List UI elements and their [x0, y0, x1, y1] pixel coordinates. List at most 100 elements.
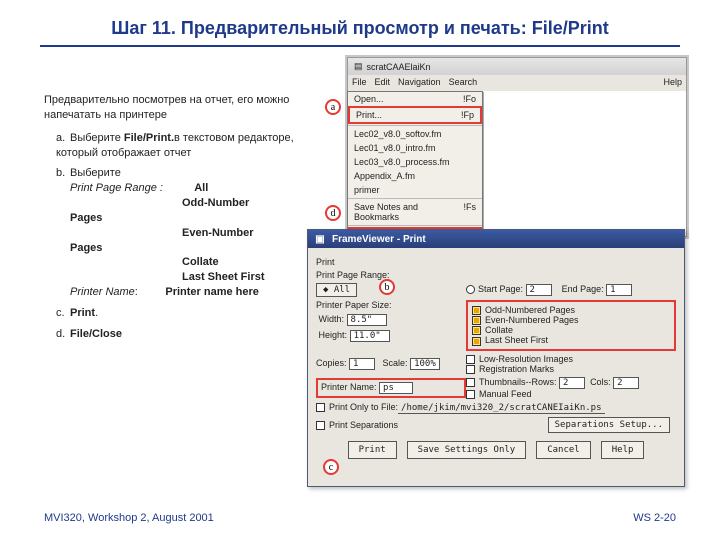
last-sheet-label: Last Sheet First	[485, 335, 548, 345]
callout-b: b	[379, 279, 395, 295]
thumb-cols-label: Cols:	[590, 377, 611, 387]
save-settings-button[interactable]: Save Settings Only	[407, 441, 527, 459]
slide-title: Шаг 11. Предварительный просмотр и печат…	[0, 0, 720, 45]
menu-item-open-label: Open...	[354, 94, 384, 104]
even-pages-label: Even-Numbered Pages	[485, 315, 579, 325]
editor-menubar: File Edit Navigation Search Help	[348, 75, 686, 91]
step-a: a.Выберите File/Print.в текстовом редакт…	[56, 131, 295, 161]
step-b-text: Выберите	[70, 167, 121, 179]
footer-left: MVI320, Workshop 2, August 2001	[44, 512, 214, 524]
menu-navigation[interactable]: Navigation	[398, 77, 441, 89]
step-a-marker: a.	[56, 131, 70, 146]
print-to-file-field[interactable]: /home/jkim/mvi320_2/scratCANEIaiKn.ps	[398, 403, 604, 414]
regmarks-label: Registration Marks	[479, 364, 554, 374]
thumb-cols-field[interactable]: 2	[613, 377, 639, 389]
range-last: Last Sheet First	[182, 271, 265, 283]
print-to-file-checkbox[interactable]	[316, 403, 325, 412]
copies-label: Copies:	[316, 358, 347, 368]
slide-footer: MVI320, Workshop 2, August 2001 WS 2-20	[0, 512, 720, 524]
print-to-file-label: Print Only to File:	[329, 402, 398, 412]
menu-item-save-notes[interactable]: Save Notes and Bookmarks!Fs	[348, 200, 482, 224]
menu-search[interactable]: Search	[449, 77, 478, 89]
step-d-text: File/Close	[70, 328, 122, 340]
instructions-column: Предварительно посмотрев на отчет, его м…	[0, 57, 295, 487]
even-pages-checkbox[interactable]	[472, 316, 481, 325]
copies-field[interactable]: 1	[349, 358, 375, 370]
range-block: Print Page Range : All Odd-Number Pages …	[56, 181, 295, 300]
step-c: c.Print.	[56, 306, 295, 321]
menu-item-recent-5[interactable]: primer	[348, 183, 482, 197]
range-row: ◆ All Start Page: 2 End Page: 1	[316, 283, 676, 297]
separations-label: Print Separations	[329, 420, 398, 430]
step-list: a.Выберите File/Print.в текстовом редакт…	[44, 131, 295, 342]
printer-name-label: Printer Name:	[321, 382, 377, 392]
menu-item-print[interactable]: Print...!Fp	[348, 106, 482, 124]
manual-feed-checkbox[interactable]	[466, 390, 475, 399]
step-a-pre: Выберите	[70, 132, 124, 144]
print-heading: Print	[316, 257, 676, 267]
cancel-button[interactable]: Cancel	[536, 441, 591, 459]
menu-help[interactable]: Help	[663, 77, 682, 89]
callout-a: a	[325, 99, 341, 115]
menu-file[interactable]: File	[352, 77, 367, 89]
menu-item-print-label: Print...	[356, 110, 382, 120]
menu-edit[interactable]: Edit	[375, 77, 391, 89]
printer-name-val: Printer name here	[165, 286, 259, 298]
print-button[interactable]: Print	[348, 441, 397, 459]
screenshot-stage: ▤ scratCAAElaiKn File Edit Navigation Se…	[301, 57, 701, 487]
print-dialog-titlebar: ▣ FrameViewer - Print	[308, 230, 684, 248]
thumb-rows-field[interactable]: 2	[559, 377, 585, 389]
end-page-field[interactable]: 1	[606, 284, 632, 296]
thumbnails-label: Thumbnails--Rows:	[479, 377, 557, 387]
odd-pages-checkbox[interactable]	[472, 306, 481, 315]
menu-item-save-label: Save Notes and Bookmarks	[354, 202, 464, 222]
range-even: Even-Number	[182, 227, 254, 239]
title-underline	[40, 45, 680, 47]
step-d: d.File/Close	[56, 327, 295, 342]
menu-item-save-shortcut: !Fs	[464, 202, 477, 222]
height-label: Height:	[319, 330, 348, 340]
regmarks-checkbox[interactable]	[466, 365, 475, 374]
range-odd-lbl: Pages	[70, 212, 102, 224]
range-all: All	[194, 182, 208, 194]
menu-separator	[348, 225, 482, 226]
start-page-field[interactable]: 2	[526, 284, 552, 296]
app-icon: ▣	[314, 233, 326, 245]
manual-feed-label: Manual Feed	[479, 389, 532, 399]
intro-text: Предварительно посмотрев на отчет, его м…	[44, 93, 295, 123]
menu-item-recent-2[interactable]: Lec01_v8.0_intro.fm	[348, 141, 482, 155]
collate-checkbox[interactable]	[472, 326, 481, 335]
menu-item-recent-4[interactable]: Appendix_A.fm	[348, 169, 482, 183]
printer-name-field[interactable]: ps	[379, 382, 413, 394]
range-label: Print Page Range :	[70, 181, 182, 196]
menu-item-open-shortcut: !Fo	[463, 94, 476, 104]
separations-checkbox[interactable]	[316, 421, 325, 430]
width-field[interactable]: 8.5"	[347, 314, 387, 326]
start-page-label: Start Page:	[478, 284, 523, 294]
menu-item-recent-3-label: Lec03_v8.0_process.fm	[354, 157, 450, 167]
file-menu: Open... !Fo Print...!Fp Lec02_v8.0_softov…	[347, 91, 483, 246]
range-even-lbl: Pages	[70, 242, 102, 254]
last-sheet-checkbox[interactable]	[472, 337, 481, 346]
scale-field[interactable]: 100%	[410, 358, 440, 370]
menu-item-recent-1[interactable]: Lec02_v8.0_softov.fm	[348, 127, 482, 141]
step-c-marker: c.	[56, 306, 70, 321]
editor-title-text: scratCAAElaiKn	[367, 62, 431, 72]
end-page-label: End Page:	[562, 284, 604, 294]
lowres-checkbox[interactable]	[466, 355, 475, 364]
lowres-label: Low-Resolution Images	[479, 354, 573, 364]
thumbnails-checkbox[interactable]	[466, 378, 475, 387]
all-button[interactable]: ◆ All	[316, 283, 357, 297]
callout-c: c	[323, 459, 339, 475]
paper-size-label: Printer Paper Size:	[316, 300, 466, 310]
start-page-radio[interactable]	[466, 285, 475, 294]
menu-item-open[interactable]: Open... !Fo	[348, 92, 482, 106]
menu-item-recent-3[interactable]: Lec03_v8.0_process.fm	[348, 155, 482, 169]
collate-label: Collate	[485, 325, 513, 335]
menu-item-recent-4-label: Appendix_A.fm	[354, 171, 415, 181]
menu-item-recent-2-label: Lec01_v8.0_intro.fm	[354, 143, 436, 153]
help-button[interactable]: Help	[601, 441, 645, 459]
height-field[interactable]: 11.0"	[350, 330, 390, 342]
odd-pages-label: Odd-Numbered Pages	[485, 305, 575, 315]
separations-setup-button[interactable]: Separations Setup...	[548, 417, 670, 433]
